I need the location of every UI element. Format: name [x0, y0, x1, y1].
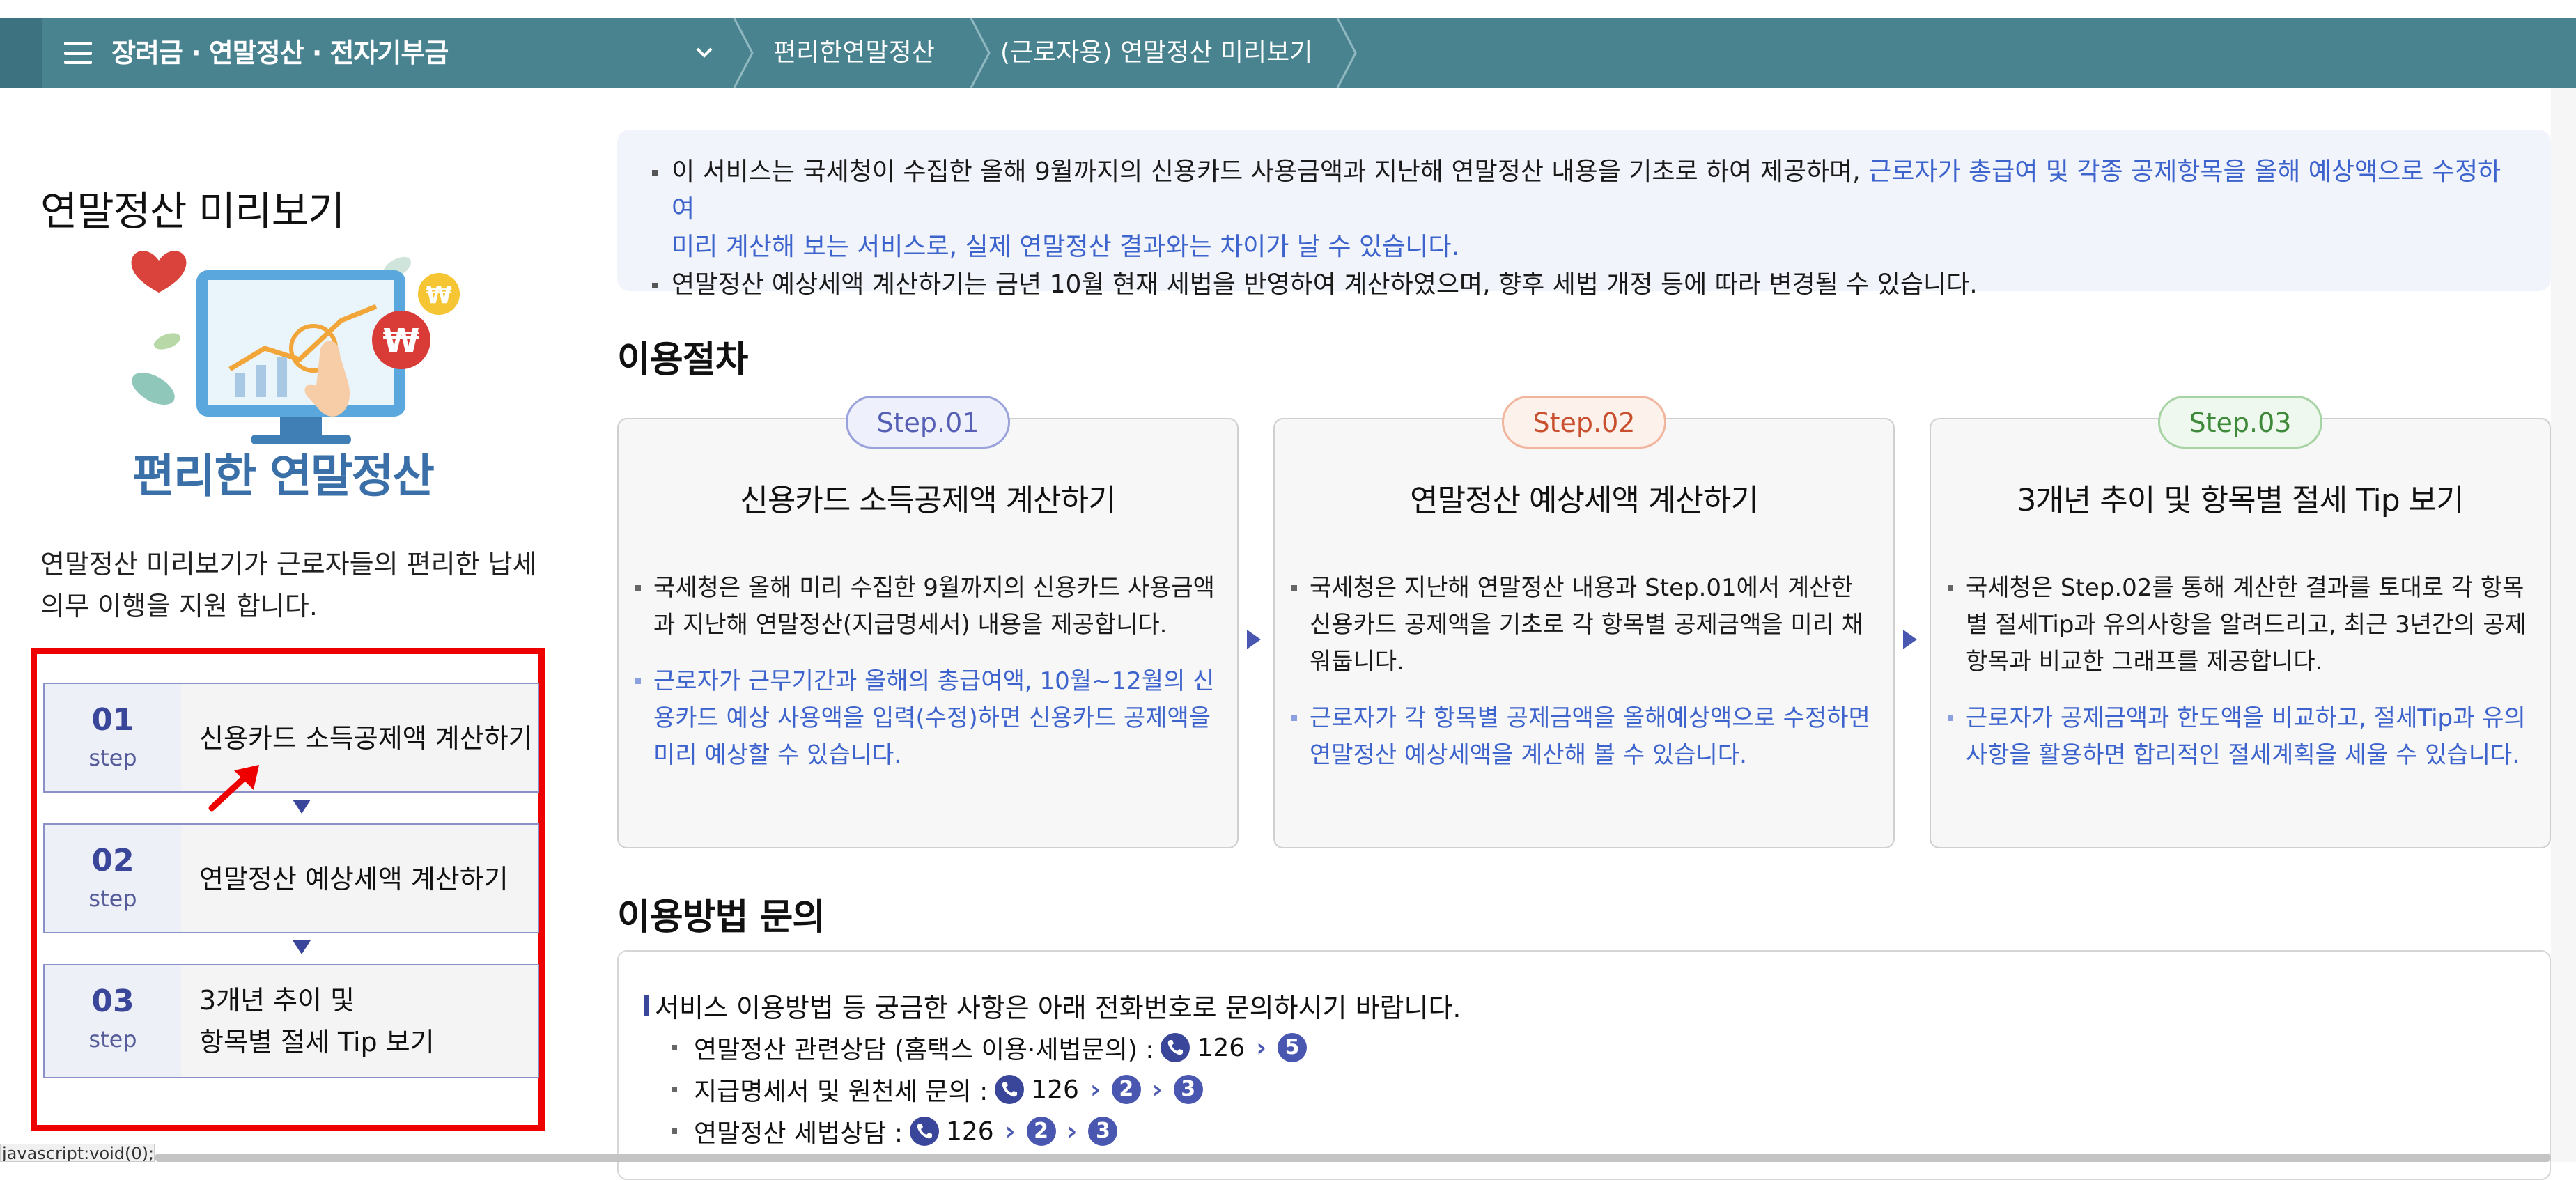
status-bar-link: javascript:void(0);	[0, 1144, 155, 1162]
bullet	[672, 1128, 677, 1134]
illustration-caption: 편리한 연말정산	[132, 449, 435, 503]
key-number: 2	[1111, 1075, 1141, 1104]
step-number: 01	[91, 702, 134, 738]
breadcrumb-separator	[970, 18, 991, 88]
red-pointer-arrow-icon	[208, 765, 259, 812]
key-number: 3	[1173, 1075, 1203, 1104]
page-title: 연말정산 미리보기	[40, 187, 345, 235]
step-number: 03	[91, 984, 134, 1019]
procedure-card-body: 국세청은 Step.02를 통해 계산한 결과를 토대로 각 항목별 절세Tip…	[1948, 570, 2533, 793]
procedure-text: 국세청은 올해 미리 수집한 9월까지의 신용카드 사용금액과 지난해 연말정산…	[635, 570, 1220, 644]
chevron-right-icon: ›	[1256, 1033, 1267, 1062]
step-word: step	[88, 745, 137, 771]
phone-icon	[909, 1117, 939, 1146]
breadcrumb-level1[interactable]: 장려금 · 연말정산 · 전자기부금	[111, 18, 449, 88]
chevron-down-icon[interactable]	[694, 42, 715, 63]
phone-number: 126	[1031, 1075, 1079, 1104]
notice-text: 이 서비스는 국세청이 수집한 올해 9월까지의 신용카드 사용금액과 지난해 …	[672, 157, 1869, 186]
phone-icon	[1161, 1033, 1190, 1062]
step-label: 신용카드 소득공제액 계산하기	[199, 723, 533, 754]
key-number: 3	[1088, 1117, 1118, 1146]
inquiry-box: 서비스 이용방법 등 궁금한 사항은 아래 전화번호로 문의하시기 바랍니다. …	[617, 950, 2551, 1180]
key-number: 5	[1278, 1033, 1308, 1062]
procedure-card-body: 국세청은 올해 미리 수집한 9월까지의 신용카드 사용금액과 지난해 연말정산…	[635, 570, 1220, 793]
phone-icon	[995, 1075, 1025, 1104]
procedure-card-step02: Step.02 연말정산 예상세액 계산하기 국세청은 지난해 연말정산 내용과…	[1273, 396, 1895, 848]
svg-text:₩: ₩	[426, 281, 452, 309]
service-description: 연말정산 미리보기가 근로자들의 편리한 납세 의무 이행을 지원 합니다.	[40, 549, 537, 621]
inquiry-label: 연말정산 관련상담 (홈택스 이용·세법문의) :	[694, 1036, 1154, 1064]
section-title-inquiry: 이용방법 문의	[617, 896, 825, 938]
step-number-column: 01 step	[45, 684, 181, 791]
procedure-card-step03: Step.03 3개년 추이 및 항목별 절세 Tip 보기 국세청은 Step…	[1930, 396, 2551, 848]
step-label: 연말정산 예상세액 계산하기	[199, 864, 509, 894]
breadcrumb-level3[interactable]: (근로자용) 연말정산 미리보기	[1000, 18, 1312, 88]
procedure-card-title: 신용카드 소득공제액 계산하기	[740, 483, 1116, 518]
procedure-card-body: 국세청은 지난해 연말정산 내용과 Step.01에서 계산한 신용카드 공제액…	[1291, 570, 1877, 793]
chevron-right-icon: ›	[1151, 1075, 1163, 1104]
procedure-text: 국세청은 지난해 연말정산 내용과 Step.01에서 계산한 신용카드 공제액…	[1291, 570, 1877, 681]
procedure-card-title: 3개년 추이 및 항목별 절세 Tip 보기	[2017, 483, 2464, 518]
phone-number: 126	[945, 1117, 994, 1146]
play-arrow-icon	[1903, 630, 1917, 649]
down-arrow-icon	[293, 800, 311, 814]
bullet	[672, 1045, 677, 1050]
step-card-01[interactable]: 01 step 신용카드 소득공제액 계산하기	[43, 683, 539, 793]
top-breadcrumb-bar: 장려금 · 연말정산 · 전자기부금 편리한연말정산 (근로자용) 연말정산 미…	[0, 18, 2576, 88]
inquiry-label: 연말정산 세법상담 :	[694, 1119, 903, 1148]
vertical-scrollbar-track[interactable]	[2551, 88, 2576, 1162]
inquiry-intro-text: 서비스 이용방법 등 궁금한 사항은 아래 전화번호로 문의하시기 바랍니다.	[655, 993, 1461, 1023]
inquiry-label: 지급명세서 및 원천세 문의 :	[694, 1078, 988, 1106]
horizontal-scrollbar[interactable]	[155, 1154, 2551, 1162]
procedure-highlight: 근로자가 공제금액과 한도액을 비교하고, 절세Tip과 유의사항을 활용하면 …	[1948, 700, 2533, 774]
procedure-highlight: 근로자가 근무기간과 올해의 총급여액, 10월~12월의 신용카드 예상 사용…	[635, 663, 1220, 774]
step-label-line2: 항목별 절세 Tip 보기	[199, 1027, 435, 1057]
step-word: step	[88, 885, 137, 912]
phone-number: 126	[1197, 1033, 1246, 1062]
notice-highlight: 미리 계산해 보는 서비스로, 실제 연말정산 결과와는 차이가 날 수 있습니…	[672, 233, 1459, 261]
chevron-right-icon: ›	[1004, 1117, 1016, 1146]
inquiry-row: 지급명세서 및 원천세 문의 : 126 › 2 › 3	[672, 1071, 1203, 1108]
bullet	[672, 1087, 677, 1092]
step-number-column: 02 step	[45, 825, 181, 932]
svg-text:₩: ₩	[383, 322, 420, 361]
step-number-column: 03 step	[45, 965, 181, 1077]
step-pill: Step.01	[846, 396, 1010, 449]
procedure-card-step01: Step.01 신용카드 소득공제액 계산하기 국세청은 올해 미리 수집한 9…	[617, 396, 1239, 848]
notice-text: 연말정산 예상세액 계산하기는 금년 10월 현재 세법을 반영하여 계산하였으…	[672, 270, 1978, 299]
notice-item: 연말정산 예상세액 계산하기는 금년 10월 현재 세법을 반영하여 계산하였으…	[652, 266, 2520, 304]
inquiry-row: 연말정산 관련상담 (홈택스 이용·세법문의) : 126 › 5	[672, 1030, 1308, 1066]
key-number: 2	[1026, 1117, 1056, 1146]
notice-box: 이 서비스는 국세청이 수집한 올해 9월까지의 신용카드 사용금액과 지난해 …	[617, 130, 2551, 299]
section-title-procedure: 이용절차	[617, 339, 748, 381]
chevron-right-icon: ›	[1089, 1075, 1101, 1104]
procedure-text: 국세청은 Step.02를 통해 계산한 결과를 토대로 각 항목별 절세Tip…	[1948, 570, 2533, 681]
breadcrumb-level2[interactable]: 편리한연말정산	[773, 18, 935, 88]
play-arrow-icon	[1247, 630, 1261, 649]
breadcrumb-separator	[733, 18, 754, 88]
step-word: step	[88, 1026, 137, 1053]
step-card-03[interactable]: 03 step 3개년 추이 및 항목별 절세 Tip 보기	[43, 964, 539, 1078]
menu-icon[interactable]	[64, 38, 92, 68]
step-number: 02	[91, 843, 134, 878]
inquiry-row: 연말정산 세법상담 : 126 › 2 › 3	[672, 1113, 1118, 1149]
inquiry-intro: 서비스 이용방법 등 궁금한 사항은 아래 전화번호로 문의하시기 바랍니다.	[644, 986, 1461, 1025]
breadcrumb-separator	[1336, 18, 1357, 88]
bar-stripe	[0, 18, 42, 88]
step-pill: Step.03	[2158, 396, 2322, 449]
step-pill: Step.02	[1502, 396, 1666, 449]
step-label-line1: 3개년 추이 및	[199, 985, 355, 1016]
notice-item: 이 서비스는 국세청이 수집한 올해 9월까지의 신용카드 사용금액과 지난해 …	[652, 153, 2520, 266]
step-card-02[interactable]: 02 step 연말정산 예상세액 계산하기	[43, 823, 539, 933]
procedure-card-title: 연말정산 예상세액 계산하기	[1410, 483, 1759, 518]
chevron-right-icon: ›	[1066, 1117, 1078, 1146]
procedure-highlight: 근로자가 각 항목별 공제금액을 올해예상액으로 수정하면 연말정산 예상세액을…	[1291, 700, 1877, 774]
down-arrow-icon	[293, 940, 311, 954]
exclamation-icon	[644, 995, 649, 1016]
